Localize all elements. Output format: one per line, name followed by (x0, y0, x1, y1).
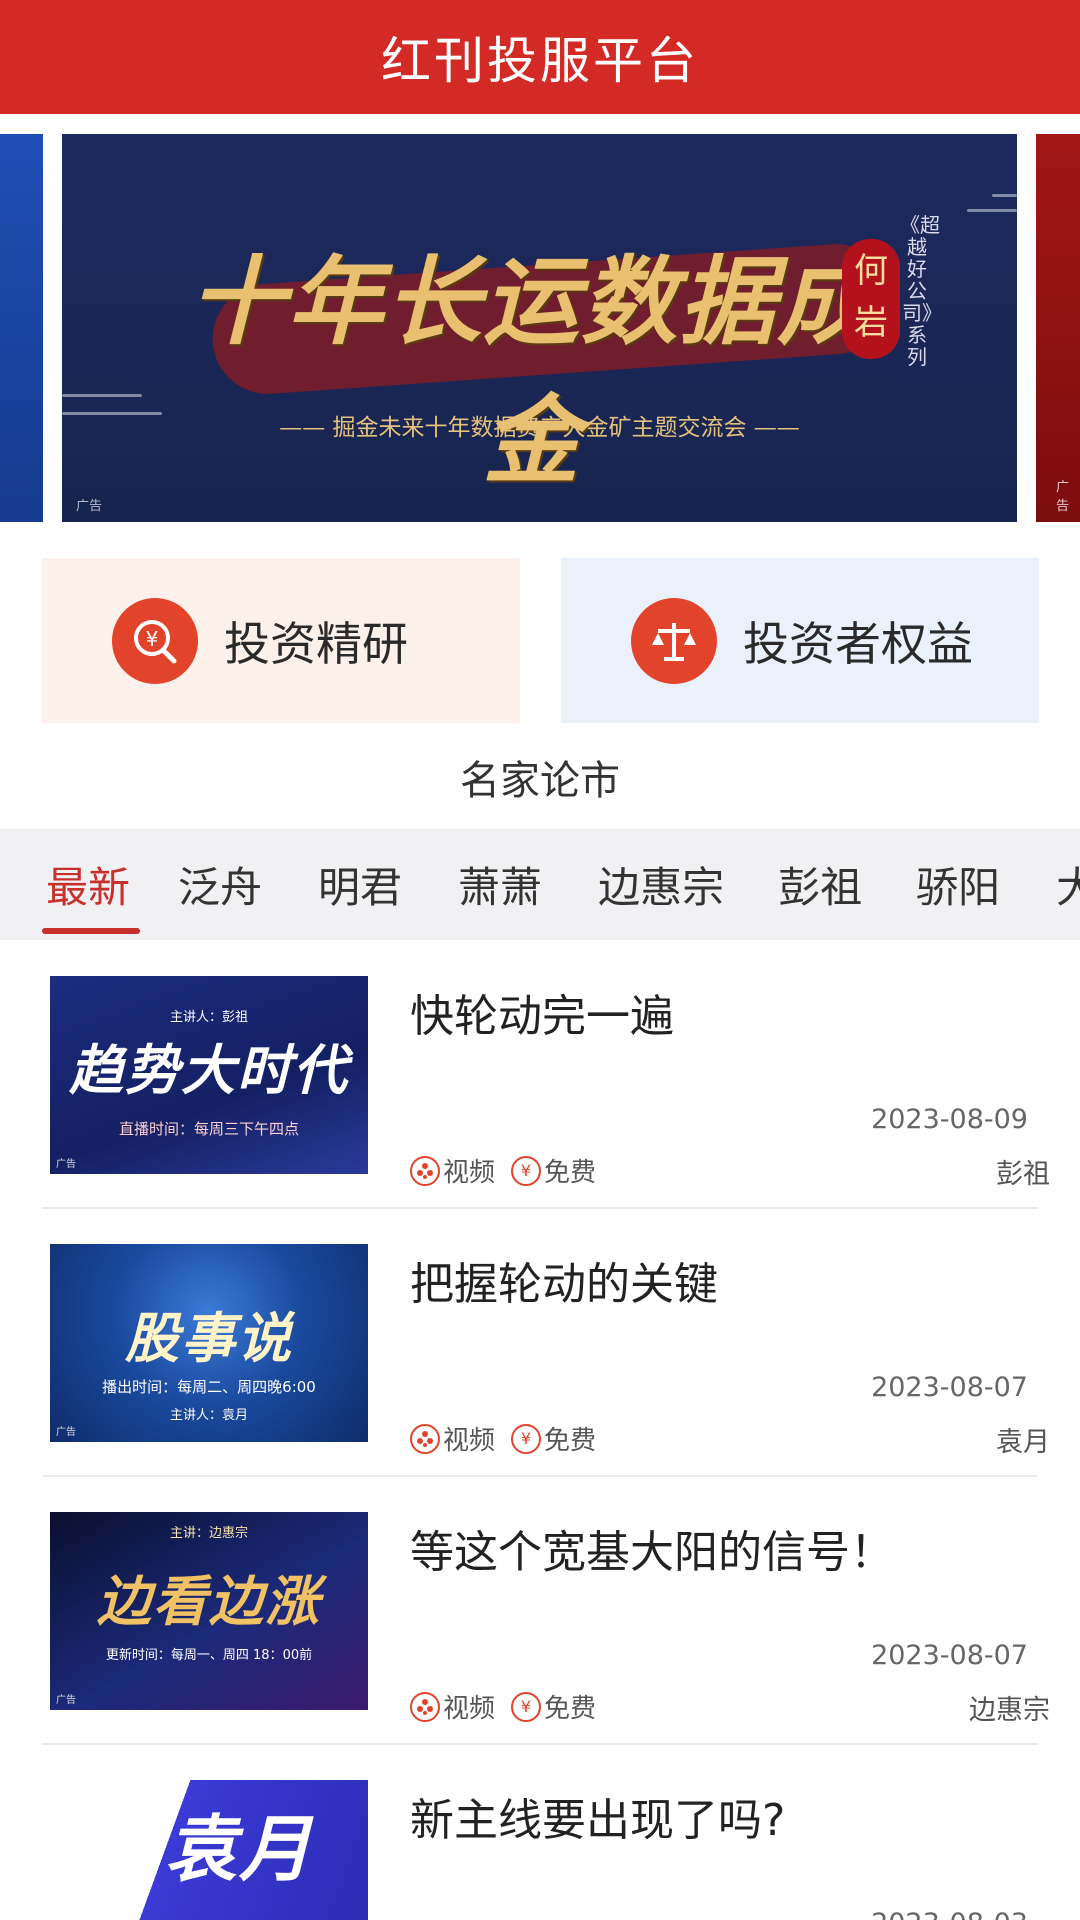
tab-pengzu[interactable]: 彭祖 (778, 854, 862, 915)
investor-rights-button[interactable]: 投资者权益 (561, 558, 1039, 723)
article-list: 主讲人：彭祖 趋势大时代 直播时间：每周三下午四点 广告 快轮动完一遍 2023… (0, 940, 1080, 1920)
ad-tag: 广告 (76, 499, 103, 514)
investment-research-button[interactable]: ¥ 投资精研 (42, 558, 520, 723)
yuan-search-icon: ¥ (112, 597, 198, 684)
item-thumbnail: 主讲：边惠宗 边看边涨 更新时间：每周一、周四 18：00前 广告 (50, 1512, 368, 1710)
tab-xiaoxiao[interactable]: 萧萧 (458, 854, 542, 915)
list-item[interactable]: 袁月 新主线要出现了吗? 2023-08-03 (0, 1744, 1080, 1920)
tab-mingjun[interactable]: 明君 (318, 854, 402, 915)
item-thumbnail: 袁月 (50, 1780, 368, 1920)
thumb-headline: 袁月 (164, 1807, 313, 1891)
ad-tag: 广告 (56, 1159, 76, 1170)
item-type: 视频 (443, 1158, 496, 1188)
item-title: 新主线要出现了吗? (410, 1795, 786, 1846)
video-tag: 视频 (410, 1688, 495, 1725)
section-title: 名家论市 (460, 758, 620, 804)
item-price: 免费 (544, 1426, 597, 1456)
scale-icon (631, 597, 717, 684)
thumb-speaker: 主讲人：彭祖 (169, 1010, 248, 1025)
free-yuan-icon: ¥ (511, 1691, 542, 1722)
ad-tag: 广告 (56, 1695, 76, 1706)
item-date: 2023-08-07 (871, 1372, 1028, 1403)
film-reel-icon (410, 1155, 440, 1186)
item-author: 彭祖 (996, 1159, 1050, 1190)
page-title: 红刊投服平台 (381, 32, 699, 90)
item-tags: 视频 ¥ 免费 (410, 1152, 612, 1189)
banner-title: 十年长运数据成金 (189, 245, 875, 497)
list-item[interactable]: 主讲人：彭祖 趋势大时代 直播时间：每周三下午四点 广告 快轮动完一遍 2023… (0, 940, 1080, 1208)
price-tag: ¥ 免费 (511, 1152, 596, 1189)
decor-line (967, 209, 1017, 212)
list-item[interactable]: 主讲：边惠宗 边看边涨 更新时间：每周一、周四 18：00前 广告 等这个宽基大… (0, 1476, 1080, 1744)
film-reel-icon (410, 1423, 440, 1454)
item-type: 视频 (443, 1694, 496, 1724)
banner-slide-current[interactable]: 十年长运数据成金 何岩 《超越好公司》系列 —— 掘金未来十年数据资产大金矿主题… (62, 134, 1017, 522)
decor-line (992, 194, 1017, 197)
banner-subtitle: —— 掘金未来十年数据资产大金矿主题交流会 —— (279, 415, 800, 441)
banner-slide-next[interactable]: 广告 (1036, 134, 1080, 522)
item-author: 袁月 (996, 1427, 1050, 1458)
free-yuan-icon: ¥ (511, 1155, 542, 1186)
video-tag: 视频 (410, 1152, 495, 1189)
svg-text:¥: ¥ (146, 627, 159, 651)
investor-rights-label: 投资者权益 (743, 616, 973, 671)
banner-carousel[interactable]: 十年长运数据成金 何岩 《超越好公司》系列 —— 掘金未来十年数据资产大金矿主题… (0, 134, 1080, 522)
thumb-headline: 趋势大时代 (69, 1039, 349, 1102)
item-thumbnail: 主讲人：彭祖 趋势大时代 直播时间：每周三下午四点 广告 (50, 976, 368, 1174)
tab-bianhuizong[interactable]: 边惠宗 (598, 854, 724, 915)
item-title: 把握轮动的关键 (410, 1259, 718, 1310)
tab-jiaoyang[interactable]: 骄阳 (916, 854, 1000, 915)
item-title: 快轮动完一遍 (410, 991, 674, 1042)
free-yuan-icon: ¥ (511, 1423, 542, 1454)
item-price: 免费 (544, 1158, 597, 1188)
ad-tag: 广告 (1056, 480, 1070, 514)
item-tags: 视频 ¥ 免费 (410, 1420, 612, 1457)
item-title: 等这个宽基大阳的信号！ (410, 1527, 894, 1578)
item-date: 2023-08-07 (871, 1640, 1028, 1671)
video-tag: 视频 (410, 1420, 495, 1457)
ad-tag: 广告 (56, 1427, 76, 1438)
thumb-subtitle: 播出时间：每周二、周四晚6:00 (102, 1378, 316, 1396)
price-tag: ¥ 免费 (511, 1688, 596, 1725)
thumb-subtitle: 更新时间：每周一、周四 18：00前 (105, 1648, 313, 1663)
author-tabs: 最新 泛舟 明君 萧萧 边惠宗 彭祖 骄阳 大 (0, 829, 1080, 940)
item-thumbnail: 股事说 播出时间：每周二、周四晚6:00 主讲人：袁月 广告 (50, 1244, 368, 1442)
item-tags: 视频 ¥ 免费 (410, 1688, 612, 1725)
app-header: 红刊投服平台 (0, 0, 1080, 114)
item-date: 2023-08-09 (871, 1104, 1028, 1135)
list-item[interactable]: 股事说 播出时间：每周二、周四晚6:00 主讲人：袁月 广告 把握轮动的关键 2… (0, 1208, 1080, 1476)
item-date: 2023-08-03 (871, 1908, 1028, 1920)
banner-series: 《超越好公司》系列 (900, 213, 940, 369)
film-reel-icon (410, 1691, 440, 1722)
decor-line (62, 394, 142, 397)
banner-slide-previous[interactable] (0, 134, 43, 522)
thumb-speaker: 主讲：边惠宗 (169, 1526, 248, 1541)
tab-more[interactable]: 大 (1056, 854, 1080, 915)
banner-seal: 何岩 (842, 239, 900, 359)
active-tab-indicator (42, 928, 140, 934)
thumb-speaker: 主讲人：袁月 (169, 1408, 248, 1423)
tab-latest[interactable]: 最新 (46, 854, 130, 915)
price-tag: ¥ 免费 (511, 1420, 596, 1457)
thumb-subtitle: 直播时间：每周三下午四点 (118, 1120, 299, 1138)
thumb-headline: 股事说 (125, 1307, 293, 1370)
tab-fanzhou[interactable]: 泛舟 (178, 854, 262, 915)
item-author: 边惠宗 (969, 1695, 1050, 1726)
investment-research-label: 投资精研 (224, 616, 408, 671)
item-type: 视频 (443, 1426, 496, 1456)
thumb-headline: 边看边涨 (97, 1570, 321, 1633)
item-price: 免费 (544, 1694, 597, 1724)
